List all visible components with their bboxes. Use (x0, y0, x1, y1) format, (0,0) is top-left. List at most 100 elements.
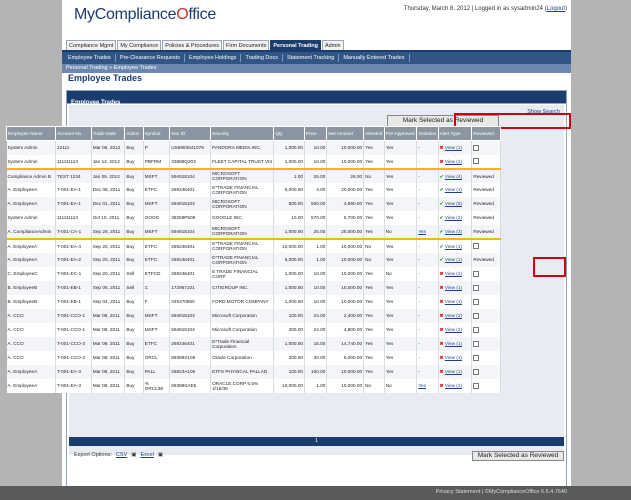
table-row[interactable]: Compliance Admin B TEST 1234 Jan 09, 2012 B… (6, 167, 501, 183)
view-alert-link[interactable]: View (1) (445, 159, 462, 164)
review-checkbox[interactable] (473, 382, 480, 389)
subnav-employee-trades[interactable]: Employee Trades (64, 54, 116, 62)
cell-qty: 5,000.00 (273, 252, 305, 267)
table-row[interactable]: A. CCO T-001-CCO-3 Mar 08, 2011 Buy ETFC 2692… (6, 336, 501, 351)
column-header[interactable]: Sec ID (169, 126, 212, 141)
view-alert-link[interactable]: View (1) (445, 355, 462, 360)
column-header[interactable]: Attested (363, 126, 385, 141)
view-alert-link[interactable]: View (1) (445, 244, 462, 249)
table-row[interactable]: System Admin 12111 Mar 06, 2012 Buy P US69835… (6, 140, 501, 155)
tab-admin[interactable]: Admin (322, 40, 344, 50)
table-row[interactable]: B. EmployeeB T-001-EB-1 Sep 05, 2011 Sell C 1… (6, 280, 501, 295)
view-alert-link[interactable]: View (4) (445, 174, 462, 179)
cell-viol[interactable]: Yes (416, 378, 439, 393)
tab-firm-documents[interactable]: Firm Documents (223, 40, 270, 50)
column-header[interactable]: Net Amount (326, 126, 365, 141)
cell-name: A. CCO (6, 322, 56, 337)
cell-att: Yes (363, 210, 385, 225)
review-checkbox[interactable] (473, 144, 480, 151)
footer-text[interactable]: Privacy Statement | ©MyComplianceOffice … (436, 489, 567, 495)
review-checkbox[interactable] (473, 284, 480, 291)
column-header[interactable]: Symbol (142, 126, 171, 141)
subnav-trading-docs[interactable]: Trading Docs (241, 54, 283, 62)
cell-net: 4,800.00 (326, 322, 365, 337)
tab-personal-trading[interactable]: Personal Trading (270, 40, 322, 50)
cell-sym: MSFT (143, 308, 171, 323)
view-alert-link[interactable]: View (1) (445, 285, 462, 290)
review-checkbox[interactable] (473, 298, 480, 305)
tab-compliance-mgmt[interactable]: Compliance Mgmt (66, 40, 117, 50)
csv-icon[interactable]: ▣ (131, 452, 136, 458)
table-row[interactable]: A. EmployeeA T-001-EA-3 Sep 20, 2011 Buy ETF… (6, 237, 501, 253)
column-header[interactable]: Price (303, 126, 328, 141)
review-checkbox[interactable] (473, 243, 480, 249)
table-row[interactable]: C. EmployeeC T-001-EC-1 Sep 20, 2011 Sell ET… (6, 266, 501, 281)
tab-my-compliance[interactable]: My Compliance (117, 40, 162, 50)
view-alert-link[interactable]: View (1) (445, 145, 462, 150)
table-row[interactable]: B. EmployeeB T-001-EB-1 Sep 04, 2011 Buy F 34… (6, 294, 501, 309)
column-header[interactable]: Reviewed (471, 126, 501, 141)
subnav-statement-tracking[interactable]: Statement Tracking (283, 54, 340, 62)
cell-sym: C (143, 280, 171, 295)
column-header[interactable]: Alert Type (437, 126, 473, 141)
review-checkbox[interactable] (473, 312, 480, 319)
table-row[interactable]: A. EmployeeA T-001-EA-3 Mar 08, 2011 Buy PAL… (6, 364, 501, 379)
cell-name: A. CCO (6, 308, 56, 323)
table-row[interactable]: A. CCO T-001-CCO-1 Mar 08, 2011 Buy MSFT 5949… (6, 308, 501, 323)
pager[interactable]: 1 (69, 437, 564, 446)
table-row[interactable]: A. EmployeeA T-001-EA-1 Dec 08, 2011 Buy ETF… (6, 182, 501, 197)
review-checkbox[interactable] (473, 354, 480, 361)
table-row[interactable]: A. EmployeeA T-001-EA-3 Mar 08, 2011 Buy% O… (6, 378, 501, 393)
subnav-manually-entered-trades[interactable]: Manually Entered Trades (339, 54, 410, 62)
review-checkbox[interactable] (473, 326, 480, 333)
column-header[interactable]: Account No. (54, 126, 92, 141)
column-header[interactable]: Pre-Approved (383, 126, 418, 141)
mark-reviewed-button-bottom[interactable]: Mark Selected as Reviewed (472, 451, 564, 461)
column-header[interactable]: Trade Date (90, 126, 126, 141)
cell-reviewed: Reviewed (471, 210, 501, 225)
table-row[interactable]: System Admin 111111113 Oct 10, 2011 Buy GOOG… (6, 210, 501, 225)
view-alert-link[interactable]: View (1) (445, 187, 462, 192)
show-search-link[interactable]: Show Search (527, 109, 560, 115)
table-row[interactable]: System Admin 111111113 Jan 12, 2012 Buy PBFR… (6, 154, 501, 169)
view-alert-link[interactable]: View (2) (445, 313, 462, 318)
table-row[interactable]: A. CCO T-001-CCO-1 Mar 08, 2011 Buy MSFT 5949… (6, 322, 501, 337)
cell-price: 10.00 (304, 280, 328, 295)
cell-sec: 594918104 (169, 322, 212, 337)
table-row[interactable]: A. EmployeeA T-001-EA-1 Dec 01, 2011 Buy MSF… (6, 196, 501, 211)
table-row[interactable]: A. ComplianceAdmin T-001-CA-1 Sep 26, 2011… (6, 224, 501, 239)
cell-alert: ✔ View (3) (438, 224, 473, 239)
view-alert-link[interactable]: View (1) (445, 369, 462, 374)
table-row[interactable]: A. CCO T-001-CCO-2 Mar 08, 2011 Buy ORCL 6838… (6, 350, 501, 365)
review-checkbox[interactable] (473, 158, 480, 164)
review-checkbox[interactable] (473, 270, 480, 277)
excel-icon[interactable]: ▣ (158, 452, 163, 458)
view-alert-link[interactable]: View (1) (445, 341, 462, 346)
view-alert-link[interactable]: View (2) (445, 215, 462, 220)
view-alert-link[interactable]: View (1) (445, 299, 462, 304)
view-alert-link[interactable]: View (1) (445, 257, 462, 262)
view-alert-link[interactable]: View (1) (445, 271, 462, 276)
column-header[interactable]: Qty (273, 126, 305, 141)
cell-security: MICROSOFT CORPORATION (210, 224, 275, 239)
review-checkbox[interactable] (473, 340, 480, 347)
column-header[interactable]: Security (210, 126, 275, 141)
column-header[interactable]: Violation (416, 126, 439, 141)
cell-viol[interactable]: Yes (416, 224, 439, 239)
logout-link[interactable]: Logout (547, 6, 565, 12)
subnav-pre-clearance-requests[interactable]: Pre-Clearance Requests (116, 54, 186, 62)
subnav-employee-holdings[interactable]: Employee Holdings (185, 54, 242, 62)
tab-policies-procedures[interactable]: Policies & Procedures (162, 40, 223, 50)
view-alert-link[interactable]: View (2) (445, 327, 462, 332)
export-excel-link[interactable]: Excel (140, 452, 153, 458)
view-alert-link[interactable]: View (3) (445, 229, 462, 234)
table-row[interactable]: A. EmployeeA T-001-EA-2 Sep 20, 2011 Buy ETF… (6, 252, 501, 267)
view-alert-link[interactable]: View (5) (445, 201, 462, 206)
view-alert-link[interactable]: View (1) (445, 383, 462, 388)
export-csv-link[interactable]: CSV (116, 452, 127, 458)
column-header[interactable]: Employee Name (6, 126, 56, 141)
cell-att: Yes (363, 364, 385, 379)
column-header[interactable]: Action (124, 126, 144, 141)
review-checkbox[interactable] (473, 368, 480, 375)
app-logo[interactable]: MyComplianceOffice (74, 6, 216, 24)
